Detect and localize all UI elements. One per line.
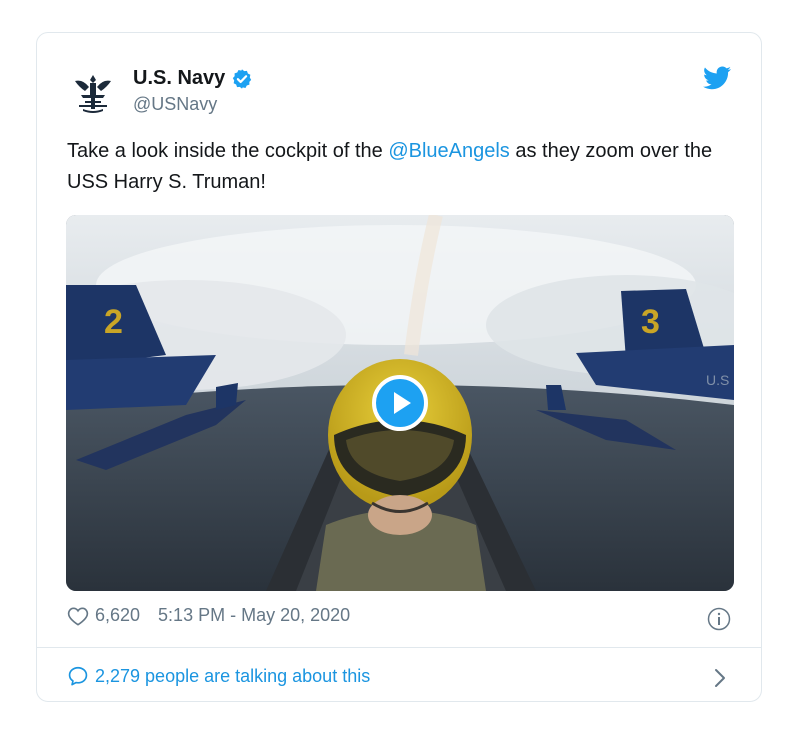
account-name-row[interactable]: U.S. Navy xyxy=(133,67,253,90)
tweet-timestamp[interactable]: 5:13 PM - May 20, 2020 xyxy=(158,605,350,626)
svg-text:U.S: U.S xyxy=(706,372,729,388)
video-thumbnail[interactable]: 2 3 U.S xyxy=(66,215,734,591)
tweet-text: Take a look inside the cockpit of the @B… xyxy=(67,136,737,198)
conversation-link[interactable]: 2,279 people are talking about this xyxy=(67,665,370,687)
svg-text:2: 2 xyxy=(104,303,123,341)
tweet-text-before: Take a look inside the cockpit of the xyxy=(67,140,389,162)
conversation-label: 2,279 people are talking about this xyxy=(95,665,371,686)
navy-eagle-avatar[interactable] xyxy=(71,71,115,115)
heart-icon[interactable] xyxy=(67,606,89,626)
info-icon[interactable] xyxy=(707,607,731,631)
account-handle[interactable]: @USNavy xyxy=(133,94,217,115)
tweet-card: U.S. Navy @USNavy Take a look inside the… xyxy=(36,32,762,702)
like-count[interactable]: 6,620 xyxy=(95,605,140,626)
play-icon[interactable] xyxy=(372,375,428,431)
account-name[interactable]: U.S. Navy xyxy=(133,67,225,90)
divider xyxy=(37,647,761,648)
verified-badge-icon xyxy=(233,68,252,89)
speech-bubble-icon xyxy=(68,666,88,686)
chevron-right-icon[interactable] xyxy=(713,667,727,689)
svg-text:3: 3 xyxy=(641,303,660,341)
mention-link[interactable]: @BlueAngels xyxy=(388,140,509,162)
tweet-meta: 6,620 5:13 PM - May 20, 2020 xyxy=(67,605,350,626)
twitter-bird-icon[interactable] xyxy=(703,65,731,91)
